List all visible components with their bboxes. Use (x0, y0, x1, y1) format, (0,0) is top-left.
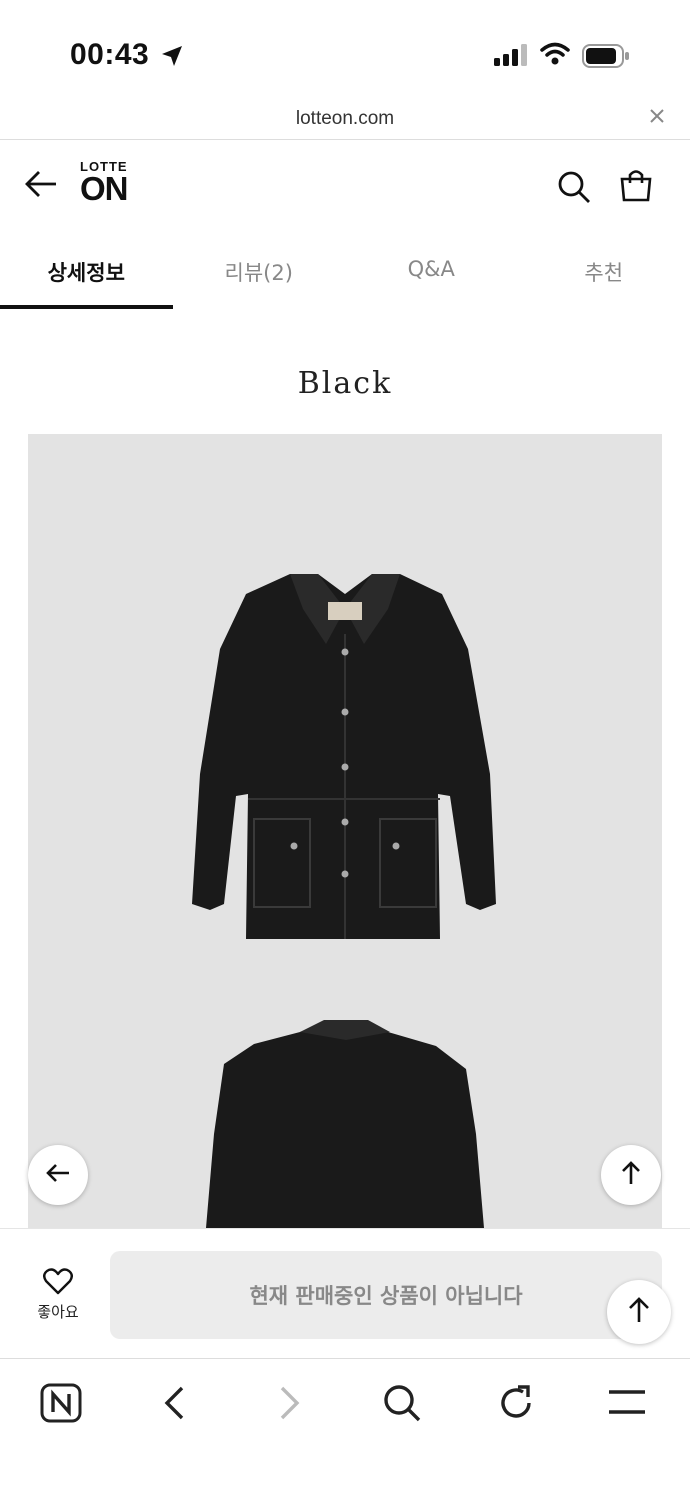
shopping-bag-icon[interactable] (618, 167, 654, 207)
scroll-top-button[interactable] (601, 1145, 661, 1205)
url-text: lotteon.com (295, 108, 395, 129)
status-time: 00:43 (70, 38, 150, 71)
naver-icon[interactable] (40, 1383, 82, 1427)
wifi-icon (540, 42, 570, 70)
search-icon[interactable] (382, 1383, 422, 1427)
chevron-right-icon[interactable] (276, 1385, 302, 1425)
status-bar: 00:43 (0, 0, 690, 100)
browser-toolbar (0, 1358, 690, 1500)
search-icon[interactable] (556, 169, 592, 209)
product-image (28, 434, 662, 1228)
like-button[interactable]: 좋아요 (22, 1267, 94, 1322)
tab-reviews[interactable]: 리뷰(2) (173, 233, 346, 309)
purchase-bar: 좋아요 현재 판매중인 상품이 아닙니다 (0, 1228, 690, 1358)
lotte-on-logo[interactable]: LOTTE ON (80, 159, 140, 207)
tab-qna[interactable]: Q&A (345, 233, 518, 309)
tab-recommend[interactable]: 추천 (518, 233, 690, 309)
logo-bottom-text: ON (80, 170, 129, 207)
scroll-top-button-2[interactable] (607, 1280, 671, 1344)
prev-button[interactable] (28, 1145, 88, 1205)
back-arrow-icon (45, 1162, 71, 1188)
close-icon[interactable] (650, 108, 664, 127)
not-for-sale-button[interactable]: 현재 판매중인 상품이 아닙니다 (110, 1251, 662, 1339)
refresh-icon[interactable] (496, 1383, 536, 1427)
color-title: Black (297, 366, 393, 401)
location-arrow-icon (160, 44, 184, 72)
url-bar[interactable]: lotteon.com (0, 100, 690, 140)
jacket-illustration (192, 574, 496, 1228)
tab-detail-info[interactable]: 상세정보 (0, 233, 173, 309)
jacket-front (192, 574, 496, 939)
menu-icon[interactable] (606, 1387, 648, 1421)
jacket-back (206, 1020, 484, 1228)
app-header: LOTTE ON (0, 141, 690, 233)
heart-icon (43, 1268, 73, 1299)
arrow-up-icon (620, 1160, 642, 1190)
detail-tabs: 상세정보 리뷰(2) Q&A 추천 (0, 233, 690, 309)
battery-icon (582, 44, 630, 72)
signal-icon (494, 44, 528, 70)
arrow-up-icon (627, 1296, 651, 1328)
back-arrow-icon[interactable] (24, 169, 58, 203)
chevron-left-icon[interactable] (162, 1385, 188, 1425)
like-label: 좋아요 (37, 1303, 79, 1321)
